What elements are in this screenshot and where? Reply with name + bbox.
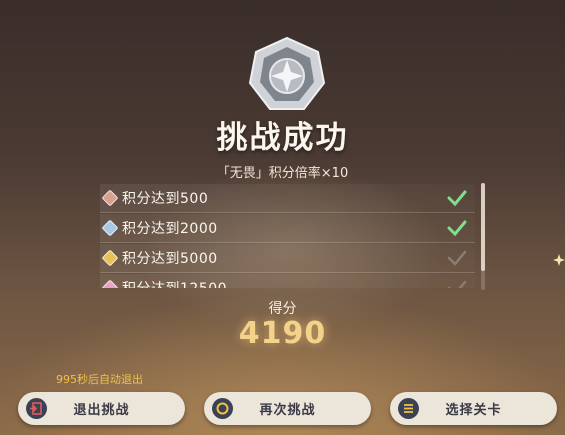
list-item: 积分达到2000 xyxy=(100,214,475,243)
score-multiplier: 「无畏」积分倍率×10 xyxy=(216,166,349,181)
gem-icon xyxy=(101,219,119,237)
list-menu-icon xyxy=(398,398,419,419)
checkmark-icon xyxy=(447,280,467,288)
star-icon xyxy=(553,254,565,266)
exit-challenge-button[interactable]: 退出挑战 xyxy=(18,392,185,425)
list-item: 积分达到12500 xyxy=(100,274,475,288)
select-level-button[interactable]: 选择关卡 xyxy=(390,392,557,425)
milestone-list[interactable]: 积分达到500 积分达到2000 积分达到5000 积分达到12500 xyxy=(100,184,475,288)
milestone-label: 积分达到2000 xyxy=(122,221,218,237)
exit-door-icon xyxy=(26,398,47,419)
milestone-label: 积分达到500 xyxy=(122,191,209,207)
gem-icon xyxy=(101,189,119,207)
scrollbar-thumb[interactable] xyxy=(481,183,485,271)
checkmark-icon xyxy=(447,250,467,266)
circle-icon xyxy=(212,398,233,419)
exit-challenge-label: 退出挑战 xyxy=(73,403,130,418)
score-label: 得分 xyxy=(268,301,297,317)
retry-challenge-label: 再次挑战 xyxy=(259,403,316,418)
milestone-label: 积分达到5000 xyxy=(122,251,218,267)
auto-exit-countdown: 995秒后自动退出 xyxy=(56,373,143,386)
checkmark-icon xyxy=(447,190,467,207)
checkmark-icon xyxy=(447,220,467,237)
challenge-emblem-icon xyxy=(248,36,326,110)
scrollbar[interactable] xyxy=(481,183,485,290)
select-level-label: 选择关卡 xyxy=(445,403,502,418)
milestone-label: 积分达到12500 xyxy=(122,278,227,288)
list-item: 积分达到500 xyxy=(100,184,475,213)
score-value: 4190 xyxy=(238,316,327,351)
list-item: 积分达到5000 xyxy=(100,244,475,273)
retry-challenge-button[interactable]: 再次挑战 xyxy=(204,392,371,425)
gem-icon xyxy=(101,279,119,288)
page-title: 挑战成功 xyxy=(216,120,349,156)
gem-icon xyxy=(101,249,119,267)
